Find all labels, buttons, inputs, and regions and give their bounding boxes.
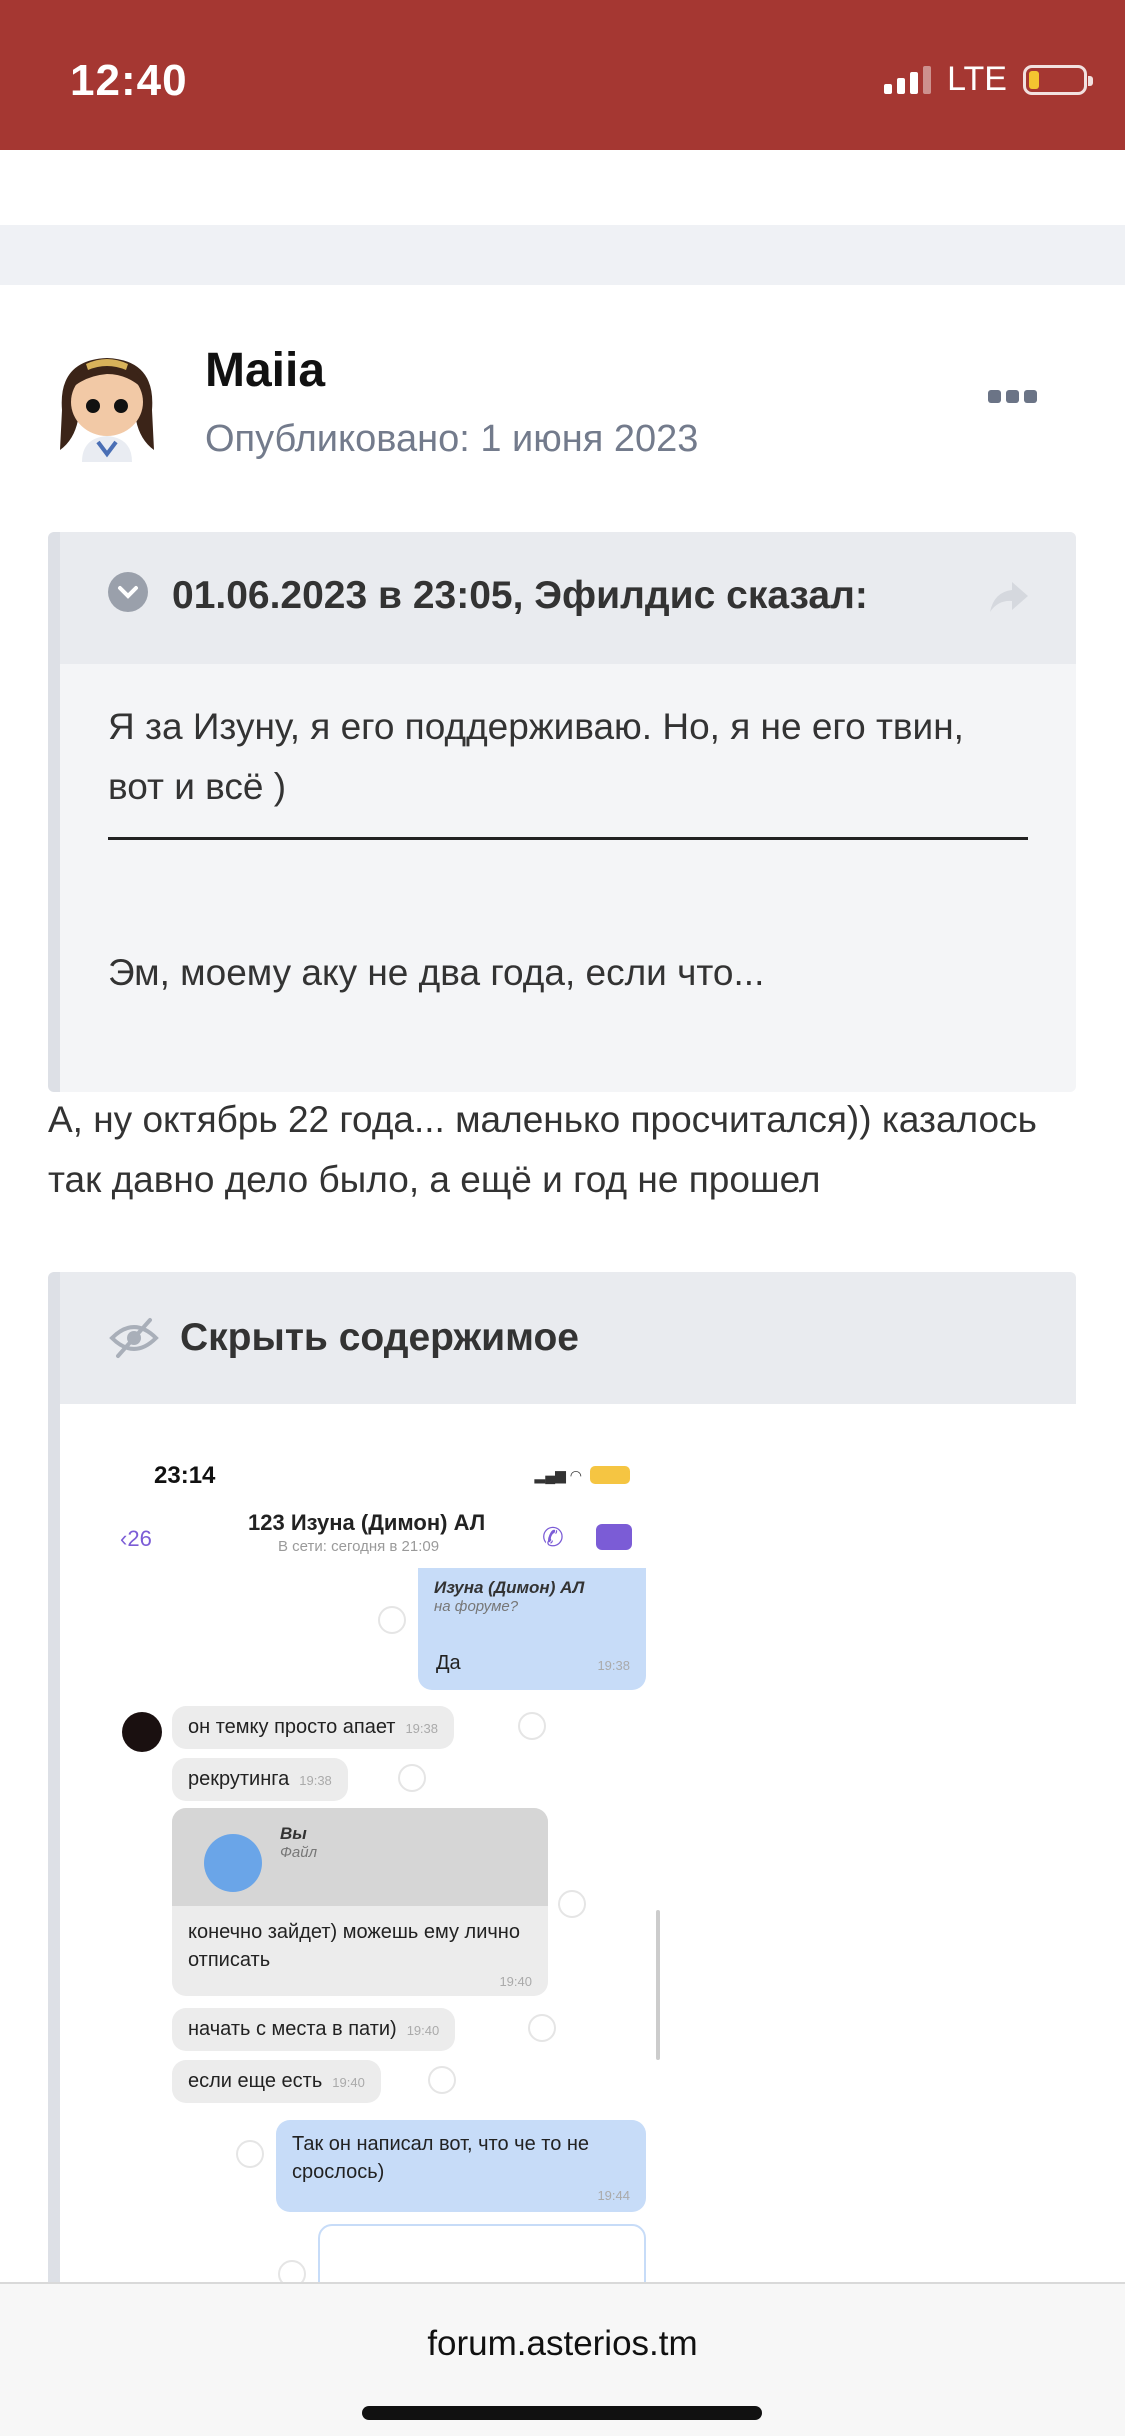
- chat-bubble-out: Изуна (Димон) АЛ на форуме? Да 19:38: [418, 1568, 646, 1690]
- video-icon: [596, 1524, 632, 1550]
- network-label: LTE: [947, 60, 1007, 98]
- section-separator: [0, 225, 1125, 285]
- battery-icon: [1023, 64, 1093, 95]
- heart-icon: [528, 2014, 556, 2042]
- browser-address-bar[interactable]: forum.asterios.tm: [0, 2282, 1125, 2436]
- eye-slash-icon: [109, 1318, 159, 1358]
- heart-icon: [558, 1890, 586, 1918]
- spoiler-title[interactable]: Скрыть содержимое: [180, 1316, 579, 1360]
- chevron-down-icon[interactable]: [108, 572, 148, 612]
- back-icon: ‹26: [120, 1526, 152, 1551]
- status-time: 12:40: [70, 56, 188, 105]
- chat-bubble-out: Так он написал вот, что че то не срослос…: [276, 2120, 646, 2212]
- heart-icon: [378, 1606, 406, 1634]
- chat-bubble-in: начать с места в пати) 19:40: [172, 2008, 456, 2051]
- quote-text-2: Эм, моему аку не два года, если что...: [108, 952, 765, 993]
- heart-icon: [398, 1764, 426, 1792]
- chat-bubble-in: он темку просто апает 19:38: [172, 1706, 454, 1749]
- chat-bubble-in: если еще есть 19:40: [172, 2060, 381, 2103]
- author-name[interactable]: Maiia: [205, 343, 325, 398]
- shot-chat-subtitle: В сети: сегодня в 21:09: [278, 1538, 440, 1555]
- post-date: Опубликовано: 1 июня 2023: [205, 418, 699, 460]
- heart-icon: [236, 2140, 264, 2168]
- url-label[interactable]: forum.asterios.tm: [0, 2324, 1125, 2364]
- divider: [108, 837, 1028, 840]
- status-indicators: LTE: [884, 60, 1093, 99]
- quote-header: 01.06.2023 в 23:05, Эфилдис сказал:: [60, 532, 1076, 664]
- chat-avatar: [122, 1712, 162, 1752]
- embedded-chat-screenshot[interactable]: 23:14 ▂▄▆ ◠ ‹26 123 Изуна (Димон) АЛ В с…: [108, 1440, 660, 2292]
- phone-icon: ✆: [542, 1522, 564, 1552]
- page-toolbar-area: [0, 150, 1125, 225]
- chat-bubble-in: рекрутинга 19:38: [172, 1758, 348, 1801]
- home-indicator[interactable]: [362, 2406, 762, 2420]
- signal-icon: [884, 65, 932, 94]
- shot-battery-icon: [590, 1466, 630, 1484]
- heart-icon: [518, 1712, 546, 1740]
- chat-bubble-in-reply: Вы Файл конечно зайдет) можешь ему лично …: [172, 1808, 548, 1996]
- shot-chat-title: 123 Изуна (Димон) АЛ: [248, 1510, 486, 1535]
- spoiler-block: Скрыть содержимое 23:14 ▂▄▆ ◠ ‹26 123 Из…: [48, 1272, 1076, 2292]
- shot-time: 23:14: [154, 1462, 216, 1489]
- heart-icon: [428, 2066, 456, 2094]
- shot-status-icons: ▂▄▆ ◠: [534, 1466, 630, 1484]
- quote-citation[interactable]: 01.06.2023 в 23:05, Эфилдис сказал:: [172, 574, 868, 618]
- avatar[interactable]: [48, 350, 166, 468]
- ellipsis-icon[interactable]: [988, 390, 1037, 403]
- quote-block: 01.06.2023 в 23:05, Эфилдис сказал: Я за…: [48, 532, 1076, 1092]
- scrollbar: [656, 1910, 660, 2060]
- file-icon: [204, 1834, 262, 1892]
- share-arrow-icon[interactable]: [988, 580, 1030, 614]
- status-bar: 12:40 LTE: [0, 0, 1125, 150]
- spoiler-header[interactable]: Скрыть содержимое: [60, 1272, 1076, 1404]
- post-body-text: А, ну октябрь 22 года... маленько просчи…: [48, 1099, 1037, 1200]
- quote-text: Я за Изуну, я его поддерживаю. Но, я не …: [108, 706, 964, 807]
